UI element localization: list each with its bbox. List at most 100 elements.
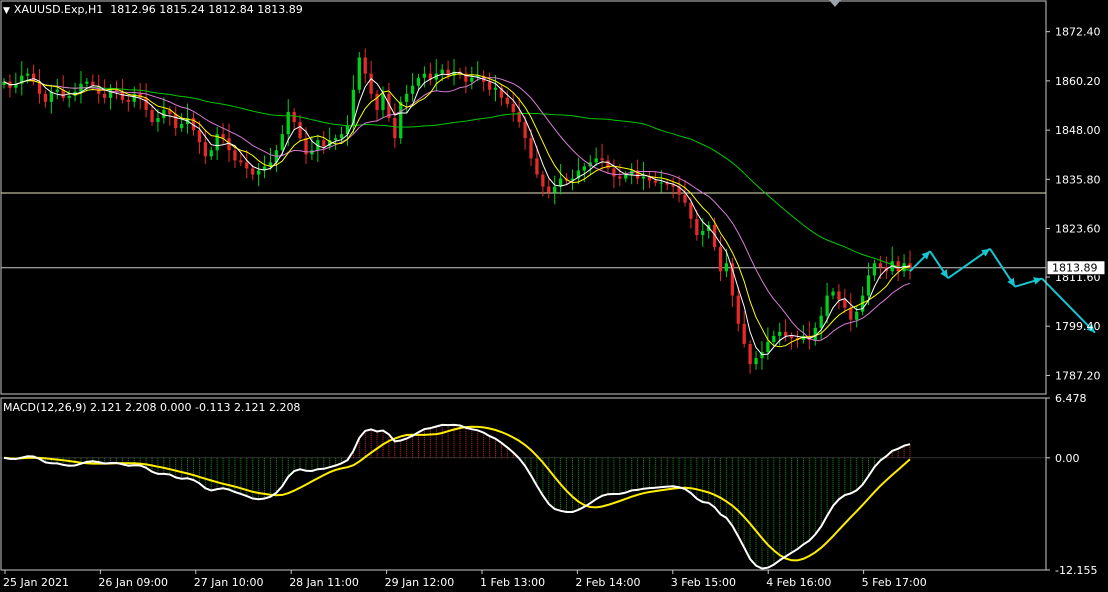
candle-body	[363, 57, 367, 74]
candle-body	[410, 85, 415, 94]
macd-tick-label: -12.155	[1055, 564, 1097, 577]
symbol-label: XAUUSD.Exp,H1	[13, 3, 104, 16]
candle-body	[322, 140, 326, 147]
price-tick-label: 1860.20	[1055, 75, 1101, 88]
candle-body	[197, 130, 202, 143]
time-tick-label: 1 Feb 13:00	[480, 576, 545, 589]
candle-body	[245, 162, 249, 169]
candle-body	[91, 81, 95, 86]
candle-body	[405, 93, 409, 102]
candle-body	[825, 295, 829, 316]
candle-body	[843, 299, 847, 308]
price-tick-label: 1835.80	[1055, 173, 1101, 186]
ohlc-values: 1812.96 1815.24 1812.84 1813.89	[110, 3, 303, 16]
candle-body	[339, 134, 344, 139]
candle-body	[535, 158, 539, 175]
time-tick-label: 2 Feb 14:00	[575, 576, 640, 589]
candle-body	[487, 81, 492, 90]
candle-body	[511, 103, 515, 112]
candle-body	[718, 247, 723, 272]
candle-body	[43, 93, 48, 102]
candle-body	[819, 315, 823, 328]
candle-body	[174, 113, 178, 129]
candle-body	[837, 291, 841, 300]
candle-body	[724, 263, 729, 272]
candle-body	[594, 158, 598, 163]
axes: 1872.401860.201848.001835.801823.601811.…	[0, 0, 1106, 589]
candle-body	[701, 230, 705, 236]
moving-average-line-ma-yellow	[3, 73, 911, 348]
candle-body	[866, 275, 871, 296]
candle-body	[233, 150, 237, 161]
price-tick-label: 1787.20	[1055, 369, 1101, 382]
candle-body	[67, 95, 71, 98]
price-tick-label: 1823.60	[1055, 223, 1101, 236]
candle-body	[393, 118, 397, 139]
candle-body	[180, 124, 184, 129]
candle-body	[547, 186, 551, 193]
candle-body	[221, 134, 225, 139]
candle-body	[144, 97, 148, 110]
candle-body	[553, 186, 557, 193]
moving-average-line-ma-fast	[3, 72, 911, 356]
time-tick-label: 3 Feb 15:00	[671, 576, 736, 589]
candle-body	[653, 180, 658, 183]
candle-body	[624, 174, 628, 179]
time-tick-label: 29 Jan 12:00	[385, 576, 455, 589]
scroll-shift-marker-icon[interactable]	[829, 0, 841, 7]
candle-body	[298, 122, 302, 139]
macd-pane-frame	[0, 397, 1047, 571]
candle-body	[855, 311, 859, 320]
candle-body	[659, 182, 663, 184]
candle-body	[541, 174, 545, 187]
candle-body	[778, 331, 782, 336]
macd-tick-label: 0.00	[1055, 452, 1080, 465]
candle-body	[695, 218, 699, 236]
time-tick-label: 5 Feb 17:00	[862, 576, 927, 589]
candle-body	[523, 122, 527, 139]
candle-body	[736, 295, 740, 324]
candle-body	[612, 168, 616, 177]
price-pane	[1, 48, 1096, 374]
candle-body	[689, 202, 693, 219]
candle-body	[748, 343, 752, 365]
candle-body	[440, 69, 444, 74]
candle-body	[55, 89, 59, 92]
candle-body	[754, 358, 758, 365]
candle-body	[103, 93, 107, 98]
symbol-header: ▼ XAUUSD.Exp,H1 1812.96 1815.24 1812.84 1…	[3, 3, 303, 16]
candle-body	[239, 160, 243, 163]
price-tick-label: 1799.40	[1055, 320, 1101, 333]
candle-body	[126, 99, 130, 102]
candle-body	[120, 91, 125, 100]
candle-body	[772, 335, 776, 342]
candle-body	[600, 158, 604, 161]
price-pane-frame	[0, 0, 1047, 395]
candle-body	[26, 73, 30, 76]
candle-body	[256, 170, 261, 175]
candle-body	[813, 327, 817, 340]
time-tick-label: 26 Jan 09:00	[98, 576, 168, 589]
candle-body	[784, 331, 788, 336]
macd-header: MACD(12,26,9) 2.121 2.208 0.000 -0.113 2…	[3, 401, 301, 414]
candle-body	[292, 111, 296, 123]
candle-body	[357, 57, 361, 90]
current-price-label: 1813.89	[1052, 262, 1098, 275]
macd-pane	[1, 423, 1046, 570]
price-tick-label: 1872.40	[1055, 26, 1101, 39]
time-tick-label: 27 Jan 10:00	[194, 576, 264, 589]
candle-body	[641, 176, 646, 179]
candle-body	[369, 73, 373, 94]
candle-body	[872, 263, 877, 276]
candle-body	[422, 73, 427, 78]
dropdown-triangle-icon[interactable]: ▼	[3, 6, 10, 16]
time-tick-label: 4 Feb 16:00	[766, 576, 831, 589]
candle-body	[789, 335, 794, 338]
time-tick-label: 25 Jan 2021	[3, 576, 69, 589]
candle-body	[529, 138, 533, 159]
candle-body	[399, 101, 403, 139]
candle-body	[618, 176, 622, 179]
candle-body	[505, 97, 509, 104]
candle-body	[831, 291, 835, 296]
candle-body	[683, 194, 687, 203]
